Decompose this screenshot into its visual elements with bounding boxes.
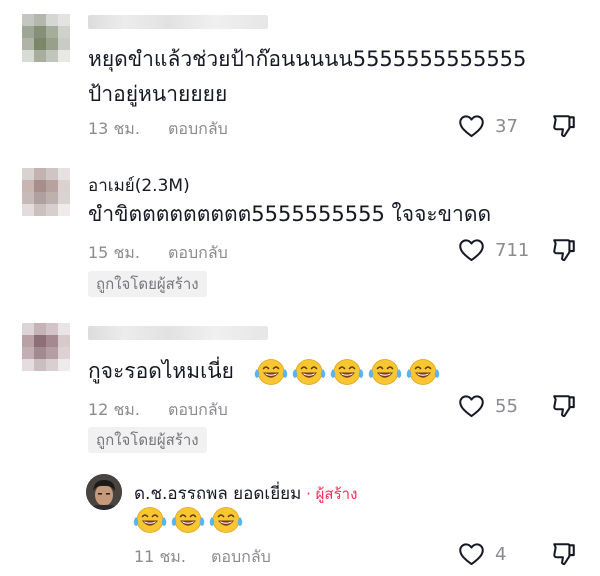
commenter-avatar[interactable]	[22, 14, 70, 62]
face-with-tears-of-joy-emoji	[171, 505, 205, 535]
comment-text: กูจะรอดไหมเนี่ย	[88, 359, 234, 383]
thumbs-down-icon	[551, 237, 577, 263]
creator-tag: ผู้สร้าง	[315, 485, 358, 503]
creator-avatar-photo	[86, 474, 122, 510]
face-with-tears-of-joy-emoji	[209, 505, 243, 535]
emoji-row	[254, 357, 440, 387]
heart-outline-icon	[458, 393, 485, 420]
heart-outline-icon	[458, 113, 485, 140]
face-with-tears-of-joy-emoji	[406, 357, 440, 387]
comment-username[interactable]: อาเมย์(2.3M)	[88, 172, 190, 199]
reply-button[interactable]: ตอบกลับ	[168, 398, 228, 423]
comment-text-line-2: ป้าอยู่หนายยยย	[88, 82, 228, 106]
reply-time: 11 ชม.	[134, 547, 186, 566]
heart-outline-icon	[458, 541, 485, 568]
like-button[interactable]: 4	[458, 541, 506, 568]
face-with-tears-of-joy-emoji	[133, 505, 167, 535]
liked-by-creator-badge: ถูกใจโดยผู้สร้าง	[88, 427, 207, 453]
like-count: 55	[495, 396, 518, 417]
like-count: 711	[495, 240, 530, 261]
reply-button[interactable]: ตอบกลับ	[211, 545, 271, 570]
blurred-username[interactable]	[88, 15, 268, 29]
heart-outline-icon	[458, 237, 485, 264]
dislike-button[interactable]	[551, 113, 577, 143]
commenter-avatar[interactable]	[22, 323, 70, 371]
reply-button[interactable]: ตอบกลับ	[168, 241, 228, 266]
comment-time: 13 ชม.	[88, 119, 140, 138]
blurred-username[interactable]	[88, 326, 268, 340]
like-button[interactable]: 37	[458, 113, 518, 140]
emoji-row	[133, 505, 243, 535]
comment-time: 15 ชม.	[88, 243, 140, 262]
dislike-button[interactable]	[551, 237, 577, 267]
comment-text: หยุดขำแล้วช่วยป้าก๊อนนนนน5555555555555	[88, 47, 527, 71]
face-with-tears-of-joy-emoji	[330, 357, 364, 387]
comment-text: ขำขิตตตตตตตตต5555555555 ใจจะขาดด	[88, 202, 492, 226]
reply-username-text: ด.ช.อรรถพล ยอดเยี่ยม	[134, 484, 302, 504]
face-with-tears-of-joy-emoji	[292, 357, 326, 387]
dislike-button[interactable]	[551, 541, 577, 571]
like-button[interactable]: 55	[458, 393, 518, 420]
face-with-tears-of-joy-emoji	[368, 357, 402, 387]
thumbs-down-icon	[551, 393, 577, 419]
face-with-tears-of-joy-emoji	[254, 357, 288, 387]
reply-username[interactable]: ด.ช.อรรถพล ยอดเยี่ยม · ผู้สร้าง	[134, 480, 357, 507]
commenter-avatar[interactable]	[22, 168, 70, 216]
like-count: 4	[495, 544, 507, 565]
like-count: 37	[495, 116, 518, 137]
thumbs-down-icon	[551, 541, 577, 567]
creator-avatar[interactable]	[86, 474, 122, 510]
liked-by-creator-badge: ถูกใจโดยผู้สร้าง	[88, 271, 207, 297]
separator-dot: ·	[301, 485, 316, 503]
like-button[interactable]: 711	[458, 237, 529, 264]
reply-button[interactable]: ตอบกลับ	[168, 117, 228, 142]
dislike-button[interactable]	[551, 393, 577, 423]
comment-time: 12 ชม.	[88, 400, 140, 419]
thumbs-down-icon	[551, 113, 577, 139]
